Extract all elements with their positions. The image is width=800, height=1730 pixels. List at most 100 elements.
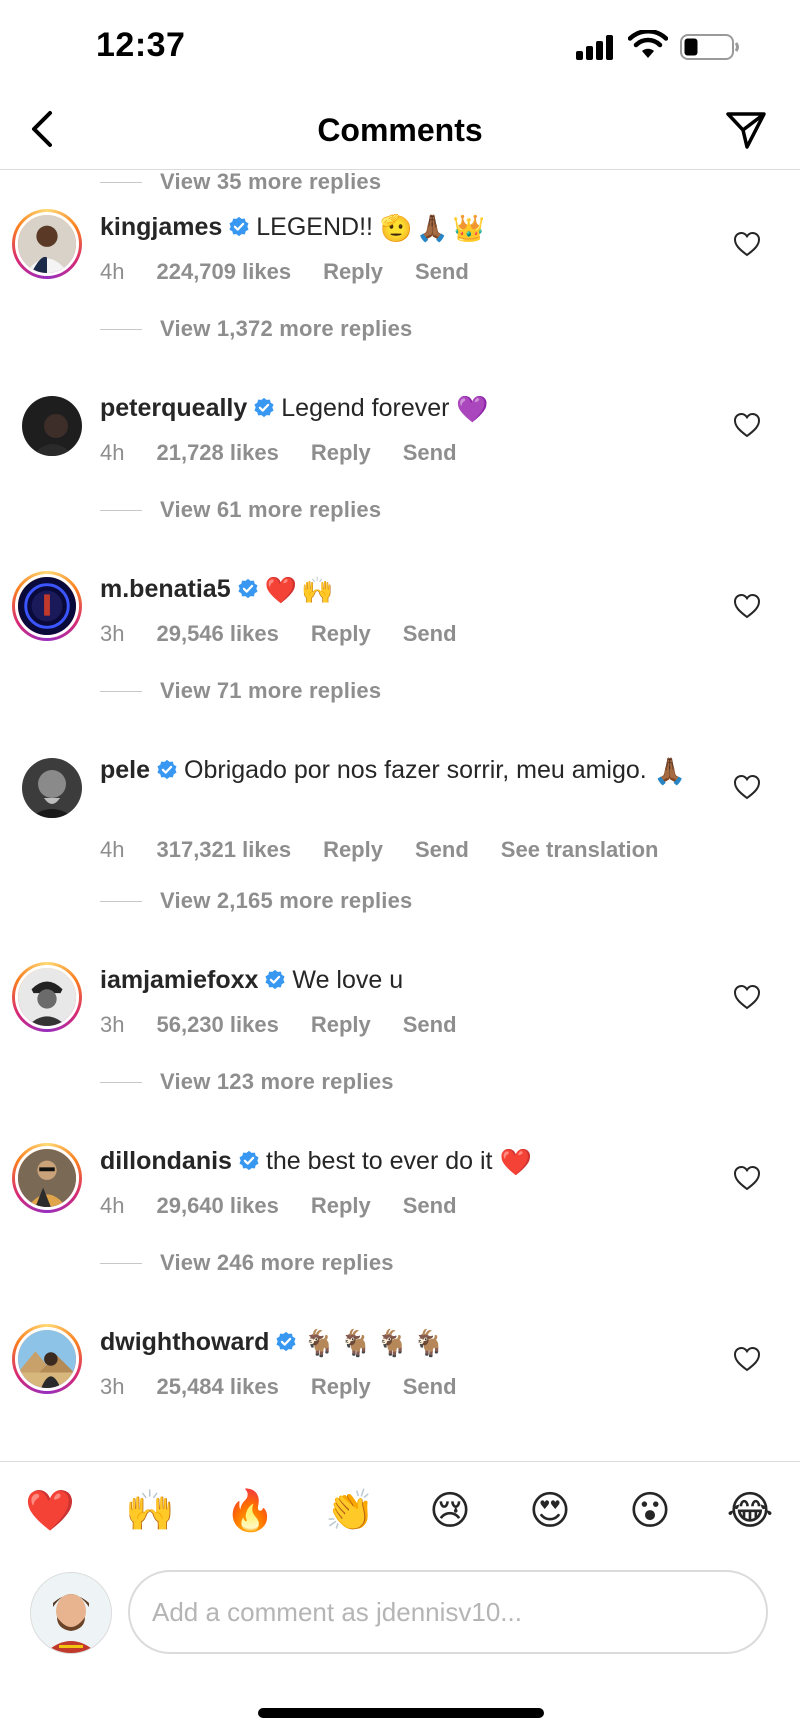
avatar[interactable] [22, 758, 82, 818]
tears-of-joy-emoji-button[interactable]: 😂 [724, 1485, 776, 1537]
reply-button[interactable]: Reply [323, 259, 383, 285]
reply-divider-line [100, 181, 142, 183]
page-title: Comments [317, 112, 483, 148]
comment-username[interactable]: pele [100, 756, 150, 784]
like-count[interactable]: 29,640 likes [156, 1193, 278, 1219]
comment-time: 4h [100, 1193, 125, 1218]
home-indicator[interactable] [258, 1708, 544, 1718]
reply-button[interactable]: Reply [311, 621, 371, 647]
avatar[interactable] [12, 962, 82, 1032]
heart-icon[interactable] [732, 982, 762, 1012]
comment-item: dillondanis the best to ever do it ❤️ 4h … [0, 1143, 800, 1243]
heart-eyes-emoji-button[interactable]: 😍 [524, 1485, 576, 1537]
share-button[interactable] [722, 106, 770, 154]
comments-list[interactable]: View 35 more replies kingjames LEGEND!! 🫡… [0, 171, 800, 1461]
heart-icon[interactable] [732, 1344, 762, 1374]
fire-emoji-button[interactable]: 🔥 [224, 1485, 276, 1537]
comment-time: 3h [100, 1012, 125, 1037]
comment-username[interactable]: dwighthoward [100, 1328, 269, 1356]
heart-icon[interactable] [732, 410, 762, 440]
reply-button[interactable]: Reply [311, 440, 371, 466]
heart-icon[interactable] [732, 1163, 762, 1193]
crying-face-emoji-button[interactable]: 😢 [424, 1485, 476, 1537]
like-count[interactable]: 29,546 likes [156, 621, 278, 647]
avatar[interactable] [22, 396, 82, 456]
view-more-replies[interactable]: View 61 more replies [100, 493, 381, 527]
verified-badge-icon [157, 759, 177, 780]
raising-hands-emoji: 🙌 [300, 576, 334, 606]
reply-button[interactable]: Reply [323, 837, 383, 863]
verified-badge-icon [238, 578, 258, 599]
comment-body: LEGEND!! [256, 213, 373, 241]
comment-time: 4h [100, 837, 125, 862]
like-count[interactable]: 56,230 likes [156, 1012, 278, 1038]
comment-username[interactable]: m.benatia5 [100, 575, 231, 603]
see-translation-link[interactable]: See translation [501, 837, 659, 863]
red-heart-emoji: ❤️ [264, 576, 297, 606]
like-count[interactable]: 25,484 likes [156, 1374, 278, 1400]
comment-item: peterqueally Legend forever 💜 4h 21,728 l… [0, 390, 800, 490]
header: Comments [0, 92, 800, 170]
reply-button[interactable]: Reply [311, 1193, 371, 1219]
comment-composer [0, 1560, 800, 1670]
reply-button[interactable]: Reply [311, 1012, 371, 1038]
send-button[interactable]: Send [403, 440, 457, 466]
avatar[interactable] [12, 1324, 82, 1394]
heart-icon[interactable] [732, 772, 762, 802]
send-button[interactable]: Send [403, 1374, 457, 1400]
comment-time: 4h [100, 259, 125, 284]
verified-badge-icon [276, 1331, 296, 1352]
heart-icon[interactable] [732, 591, 762, 621]
like-count[interactable]: 317,321 likes [156, 837, 291, 863]
view-more-replies[interactable]: View 35 more replies [100, 171, 381, 199]
avatar[interactable] [12, 209, 82, 279]
view-more-replies[interactable]: View 2,165 more replies [100, 884, 412, 918]
like-count[interactable]: 224,709 likes [156, 259, 291, 285]
comment-meta: 4h 317,321 likes Reply Send See translat… [100, 837, 691, 863]
saluting-face-emoji: 🫡 [379, 214, 413, 244]
send-button[interactable]: Send [415, 837, 469, 863]
view-more-replies[interactable]: View 123 more replies [100, 1065, 394, 1099]
send-button[interactable]: Send [403, 1012, 457, 1038]
red-heart-emoji-button[interactable]: ❤️ [24, 1485, 76, 1537]
send-button[interactable]: Send [415, 259, 469, 285]
red-heart-emoji: ❤️ [499, 1148, 532, 1178]
comment-meta: 4h 21,728 likes Reply Send [100, 440, 489, 466]
comment-input[interactable] [128, 1570, 768, 1654]
goat-emoji: 🐐 [412, 1329, 445, 1359]
goat-emoji: 🐐 [339, 1329, 373, 1359]
send-button[interactable]: Send [403, 1193, 457, 1219]
folded-hands-emoji: 🙏🏾 [653, 757, 687, 787]
clapping-hands-emoji-button[interactable]: 👏 [324, 1485, 376, 1537]
comment-username[interactable]: iamjamiefoxx [100, 966, 258, 994]
comment-meta: 4h 224,709 likes Reply Send [100, 259, 501, 285]
like-count[interactable]: 21,728 likes [156, 440, 278, 466]
view-more-replies[interactable]: View 1,372 more replies [100, 312, 412, 346]
view-more-replies[interactable]: View 246 more replies [100, 1246, 394, 1280]
comment-item: iamjamiefoxx We love u 3h 56,230 likes Re… [0, 962, 800, 1062]
comment-body: the best to ever do it [265, 1147, 493, 1175]
raising-hands-emoji-button[interactable]: 🙌 [124, 1485, 176, 1537]
verified-badge-icon [254, 397, 274, 418]
crown-emoji: 👑 [452, 214, 486, 244]
paper-plane-icon [726, 112, 766, 149]
status-time: 12:37 [96, 26, 186, 64]
verified-badge-icon [239, 1150, 259, 1171]
view-more-replies[interactable]: View 71 more replies [100, 674, 381, 708]
send-button[interactable]: Send [403, 621, 457, 647]
comment-username[interactable]: kingjames [100, 213, 222, 241]
surprised-face-emoji-button[interactable]: 😮 [624, 1485, 676, 1537]
status-bar: 12:37 [0, 0, 800, 92]
reply-button[interactable]: Reply [311, 1374, 371, 1400]
current-user-avatar[interactable] [30, 1572, 112, 1654]
purple-heart-emoji: 💜 [456, 395, 489, 425]
heart-icon[interactable] [732, 229, 762, 259]
comment-item: dwighthoward 🐐 🐐 🐐 🐐 3h 25,484 likes Reply S… [0, 1324, 800, 1424]
goat-emoji: 🐐 [376, 1329, 409, 1359]
avatar[interactable] [12, 1143, 82, 1213]
reply-divider-line [100, 690, 142, 692]
comment-username[interactable]: peterqueally [100, 394, 247, 422]
avatar[interactable] [12, 571, 82, 641]
wifi-icon [628, 30, 668, 58]
comment-username[interactable]: dillondanis [100, 1147, 232, 1175]
